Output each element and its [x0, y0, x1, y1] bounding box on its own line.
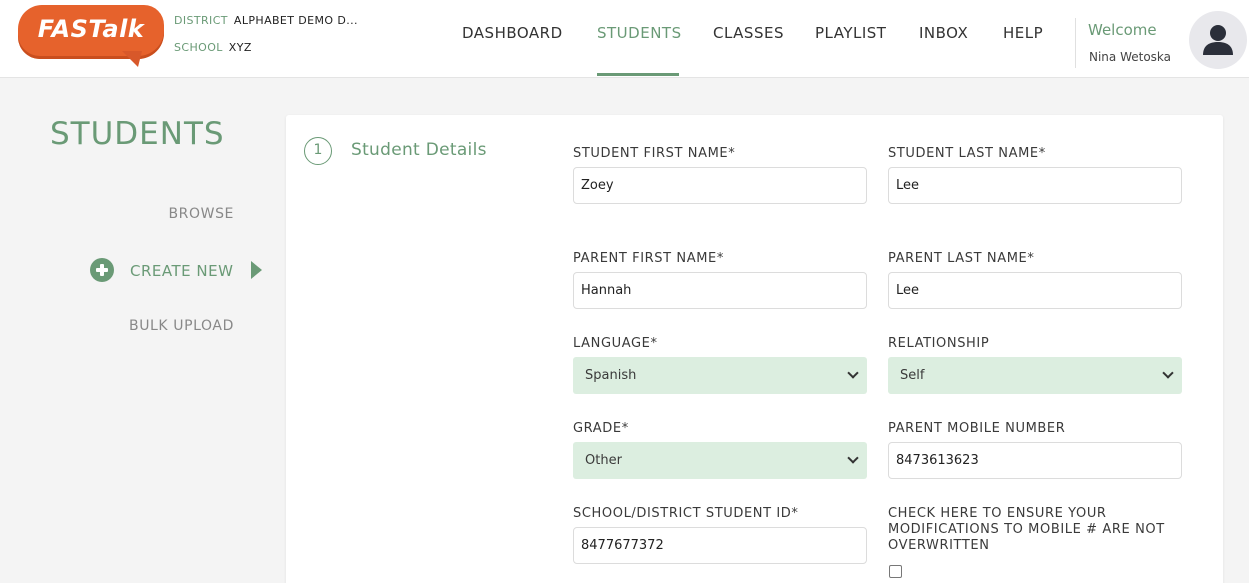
- student-first-name-label: STUDENT FIRST NAME*: [573, 146, 736, 161]
- user-silhouette-icon: [1203, 25, 1233, 55]
- sidebar-item-browse[interactable]: BROWSE: [168, 206, 234, 222]
- language-selected-value: Spanish: [585, 368, 637, 383]
- parent-first-name-label: PARENT FIRST NAME*: [573, 251, 724, 266]
- user-name[interactable]: Nina Wetoska: [1089, 50, 1171, 64]
- student-first-name-input[interactable]: [573, 167, 867, 204]
- nav-help[interactable]: HELP: [1003, 24, 1043, 42]
- school-info: SCHOOL XYZ: [174, 41, 252, 54]
- active-nav-indicator: [597, 73, 679, 76]
- nav-inbox[interactable]: INBOX: [919, 24, 968, 42]
- grade-label: GRADE*: [573, 421, 629, 436]
- sidebar-item-bulk-upload[interactable]: BULK UPLOAD: [129, 318, 234, 334]
- logo-speech-tail: [122, 51, 142, 67]
- parent-mobile-label: PARENT MOBILE NUMBER: [888, 421, 1066, 436]
- welcome-text: Welcome: [1088, 21, 1157, 39]
- parent-last-name-label: PARENT LAST NAME*: [888, 251, 1035, 266]
- mobile-check-label: CHECK HERE TO ENSURE YOUR MODIFICATIONS …: [888, 506, 1165, 553]
- relationship-select[interactable]: Self: [888, 357, 1182, 394]
- relationship-selected-value: Self: [900, 368, 925, 383]
- logo-text: FASTalk: [37, 15, 145, 43]
- nav-classes[interactable]: CLASSES: [713, 24, 784, 42]
- mobile-overwrite-checkbox[interactable]: [889, 565, 902, 578]
- sidebar-item-create-new-label: CREATE NEW: [130, 262, 234, 280]
- district-label: DISTRICT: [174, 14, 228, 27]
- nav-playlist[interactable]: PLAYLIST: [815, 24, 886, 42]
- language-select[interactable]: Spanish: [573, 357, 867, 394]
- avatar[interactable]: [1189, 11, 1247, 69]
- grade-selected-value: Other: [585, 453, 622, 468]
- language-label: LANGUAGE*: [573, 336, 658, 351]
- top-navigation-bar: FASTalk DISTRICT ALPHABET DEMO D... SCHOO…: [0, 0, 1249, 78]
- district-value: ALPHABET DEMO D...: [233, 14, 358, 27]
- school-label: SCHOOL: [174, 41, 223, 54]
- student-last-name-label: STUDENT LAST NAME*: [888, 146, 1046, 161]
- grade-select[interactable]: Other: [573, 442, 867, 479]
- parent-last-name-input[interactable]: [888, 272, 1182, 309]
- student-id-label: SCHOOL/DISTRICT STUDENT ID*: [573, 506, 799, 521]
- step-title: Student Details: [351, 140, 487, 160]
- relationship-label: RELATIONSHIP: [888, 336, 990, 351]
- step-number-badge: 1: [304, 137, 332, 165]
- sidebar-title: STUDENTS: [50, 116, 225, 152]
- student-id-input[interactable]: [573, 527, 867, 564]
- plus-circle-icon: [90, 258, 114, 282]
- header-divider: [1075, 18, 1076, 68]
- chevron-down-icon: [1162, 367, 1174, 379]
- parent-mobile-input[interactable]: [888, 442, 1182, 479]
- nav-dashboard[interactable]: DASHBOARD: [462, 24, 563, 42]
- parent-first-name-input[interactable]: [573, 272, 867, 309]
- school-value: XYZ: [228, 41, 252, 54]
- nav-students[interactable]: STUDENTS: [597, 24, 682, 42]
- chevron-down-icon: [847, 452, 859, 464]
- district-info: DISTRICT ALPHABET DEMO D...: [174, 14, 358, 27]
- fastalk-logo[interactable]: FASTalk: [18, 5, 164, 67]
- student-last-name-input[interactable]: [888, 167, 1182, 204]
- chevron-down-icon: [847, 367, 859, 379]
- triangle-right-icon: [251, 261, 262, 279]
